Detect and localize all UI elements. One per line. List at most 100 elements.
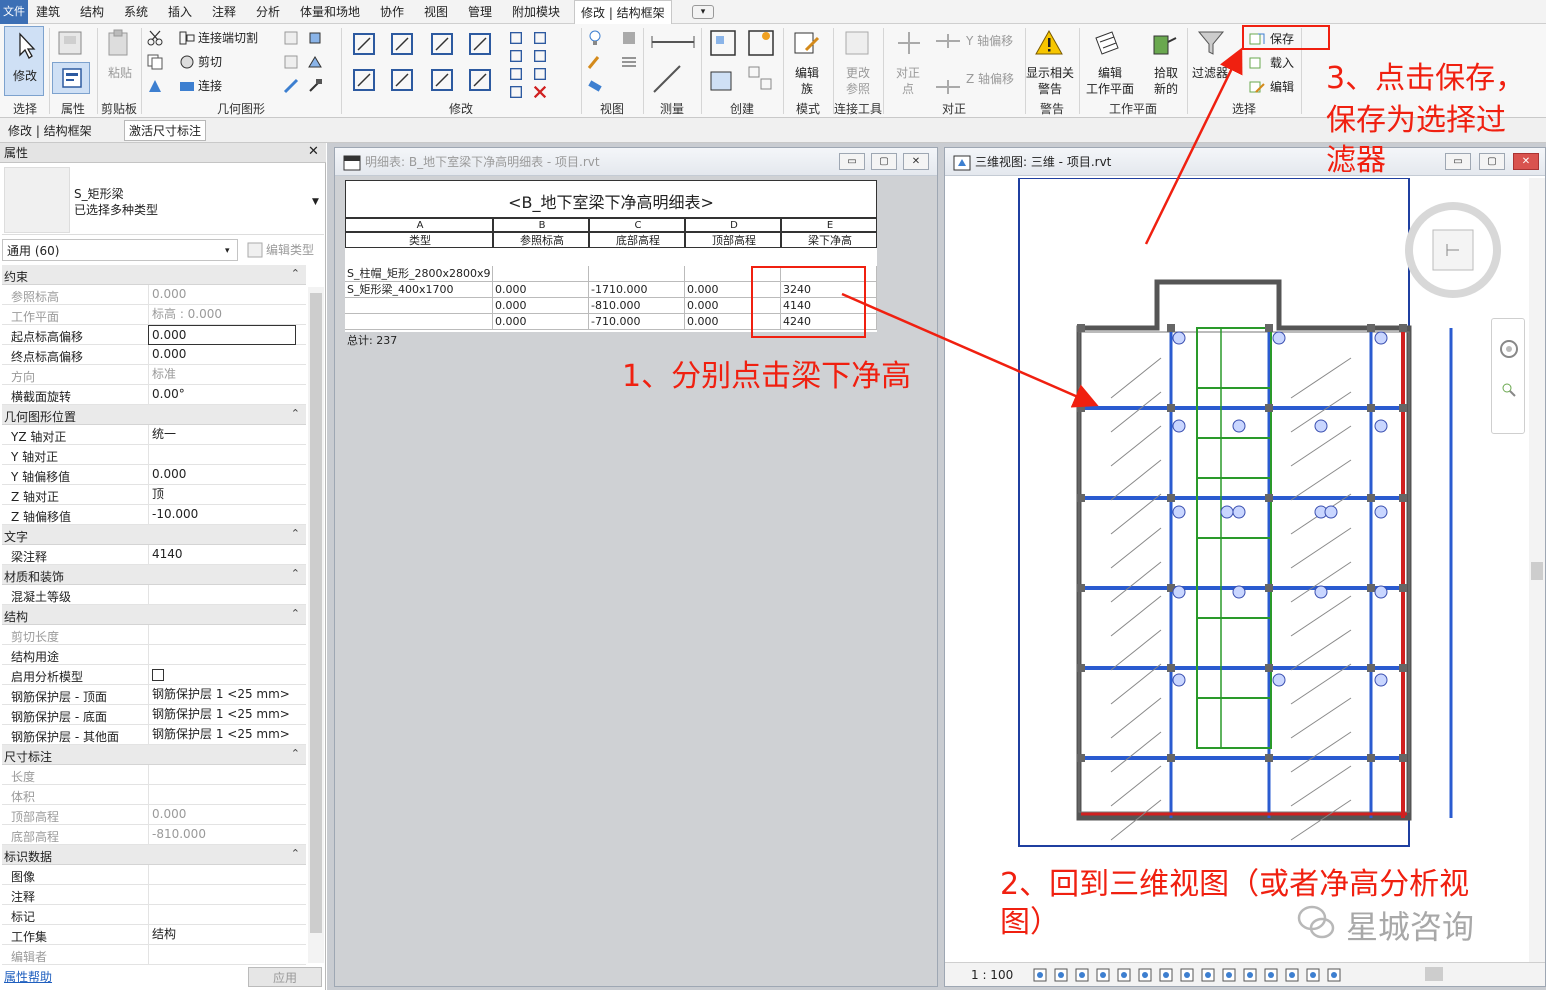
table-cell[interactable]: 0.000 bbox=[493, 314, 589, 330]
collapse-chevron-icon[interactable]: ⌃ bbox=[291, 747, 300, 760]
create-parts-icon[interactable] bbox=[708, 64, 738, 94]
edit-type-button[interactable]: 编辑类型 bbox=[266, 243, 314, 257]
property-value[interactable] bbox=[148, 785, 296, 805]
view-scale[interactable]: 1 : 100 bbox=[971, 968, 1013, 982]
table-cell[interactable] bbox=[345, 314, 493, 330]
measure-icon[interactable] bbox=[650, 62, 686, 96]
warning-icon[interactable] bbox=[1034, 28, 1064, 58]
menu-item[interactable]: 建筑 bbox=[36, 0, 60, 24]
column-letter[interactable]: E bbox=[781, 218, 877, 232]
property-row[interactable]: 长度 bbox=[2, 765, 306, 785]
collapse-chevron-icon[interactable]: ⌃ bbox=[291, 267, 300, 280]
menu-item[interactable]: 插入 bbox=[168, 0, 192, 24]
property-row[interactable]: 结构用途 bbox=[2, 645, 306, 665]
split-gap-icon[interactable] bbox=[532, 30, 548, 46]
property-group-header[interactable]: 标识数据 ⌃ bbox=[2, 845, 306, 865]
ribbon-panel-label[interactable]: 模式 bbox=[784, 100, 832, 116]
property-row[interactable]: 顶部高程 0.000 bbox=[2, 805, 306, 825]
collapse-chevron-icon[interactable]: ⌃ bbox=[291, 527, 300, 540]
property-row[interactable]: 图像 bbox=[2, 865, 306, 885]
property-value[interactable]: 顶 bbox=[148, 485, 296, 505]
show-crop-icon[interactable] bbox=[1159, 968, 1173, 982]
create-group-icon[interactable] bbox=[708, 28, 738, 58]
menu-item[interactable]: 系统 bbox=[124, 0, 148, 24]
pin-icon[interactable] bbox=[532, 66, 548, 82]
menu-item[interactable]: 协作 bbox=[380, 0, 404, 24]
property-row[interactable]: 钢筋保护层 - 底面 钢筋保护层 1 <25 mm> bbox=[2, 705, 306, 725]
shadows-icon[interactable] bbox=[1096, 968, 1110, 982]
maximize-button[interactable]: ▢ bbox=[1479, 153, 1505, 170]
property-value[interactable]: 0.000 bbox=[148, 325, 296, 345]
table-cell[interactable]: -810.000 bbox=[589, 298, 685, 314]
table-cell[interactable]: -1710.000 bbox=[589, 282, 685, 298]
apply-button[interactable]: 应用 bbox=[248, 967, 322, 987]
property-value[interactable]: 标准 bbox=[148, 365, 296, 385]
split-face-icon[interactable] bbox=[282, 53, 300, 71]
property-value[interactable]: 0.000 bbox=[148, 465, 296, 485]
property-group-header[interactable]: 几何图形位置 ⌃ bbox=[2, 405, 306, 425]
column-letter[interactable]: B bbox=[493, 218, 589, 232]
property-value[interactable]: -10.000 bbox=[148, 505, 296, 525]
hscroll-thumb[interactable] bbox=[1425, 967, 1443, 981]
edit-work-plane-icon[interactable] bbox=[1092, 28, 1122, 58]
column-header[interactable]: 底部高程 bbox=[589, 232, 685, 248]
table-cell[interactable] bbox=[589, 266, 685, 282]
column-letter[interactable]: C bbox=[589, 218, 685, 232]
property-row[interactable]: 起点标高偏移 0.000 bbox=[2, 325, 306, 345]
property-value[interactable] bbox=[148, 765, 296, 785]
property-row[interactable]: Z 轴偏移值 -10.000 bbox=[2, 505, 306, 525]
zoom-icon[interactable] bbox=[1500, 381, 1518, 399]
scale-icon[interactable] bbox=[532, 48, 548, 64]
ribbon-panel-label[interactable]: 几何图形 bbox=[142, 100, 340, 116]
property-row[interactable]: 混凝土等级 bbox=[2, 585, 306, 605]
close-button[interactable]: ✕ bbox=[903, 153, 929, 170]
instance-filter-dropdown[interactable]: 通用 (60) ▾ bbox=[2, 239, 238, 261]
split-icon[interactable] bbox=[508, 30, 524, 46]
ribbon-panel-label[interactable]: 工作平面 bbox=[1080, 100, 1186, 116]
property-value[interactable] bbox=[148, 585, 296, 605]
cut-geometry-icon[interactable] bbox=[178, 53, 196, 71]
menu-item[interactable]: 附加模块 bbox=[512, 0, 560, 24]
property-value[interactable] bbox=[148, 665, 296, 685]
property-value[interactable] bbox=[148, 905, 296, 925]
menu-item[interactable]: 注释 bbox=[212, 0, 236, 24]
dimension-icon[interactable] bbox=[650, 32, 698, 52]
menu-item[interactable]: 分析 bbox=[256, 0, 280, 24]
property-value[interactable]: 结构 bbox=[148, 925, 296, 945]
properties-scrollbar[interactable] bbox=[308, 287, 324, 963]
move-icon[interactable] bbox=[350, 66, 378, 94]
mirror-draw-icon[interactable] bbox=[466, 30, 494, 58]
view-cube[interactable] bbox=[1403, 200, 1503, 300]
offset-icon[interactable] bbox=[388, 30, 416, 58]
menu-item[interactable]: 管理 bbox=[468, 0, 492, 24]
design-options-icon[interactable] bbox=[1264, 968, 1278, 982]
property-row[interactable]: 注释 bbox=[2, 885, 306, 905]
demolish-icon[interactable] bbox=[282, 77, 300, 95]
rotate-icon[interactable] bbox=[428, 66, 456, 94]
cut-join-icon[interactable] bbox=[178, 29, 196, 47]
filter-label[interactable]: 过滤器 bbox=[1192, 66, 1228, 80]
create-similar-icon[interactable] bbox=[746, 28, 776, 58]
property-row[interactable]: 工作集 结构 bbox=[2, 925, 306, 945]
minimize-button[interactable]: ▭ bbox=[1445, 153, 1471, 170]
reveal-hidden-icon[interactable] bbox=[1222, 968, 1236, 982]
delete-icon[interactable] bbox=[532, 84, 548, 100]
property-value[interactable] bbox=[148, 885, 296, 905]
ribbon-panel-label[interactable]: 修改 bbox=[342, 100, 580, 116]
wall-joins-icon[interactable] bbox=[282, 29, 300, 47]
y-align-label[interactable]: Y 轴偏移 bbox=[966, 34, 1013, 48]
collapse-chevron-icon[interactable]: ⌃ bbox=[291, 407, 300, 420]
property-value[interactable] bbox=[148, 865, 296, 885]
worksets-icon[interactable] bbox=[1243, 968, 1257, 982]
edit-family-icon[interactable] bbox=[792, 28, 822, 58]
properties-button[interactable] bbox=[52, 62, 90, 94]
analytical-model-checkbox[interactable] bbox=[152, 669, 164, 681]
cut-geometry-label[interactable]: 剪切 bbox=[198, 55, 222, 69]
menu-item[interactable]: 视图 bbox=[424, 0, 448, 24]
paint-brush-icon[interactable] bbox=[586, 53, 604, 71]
column-header[interactable]: 参照标高 bbox=[493, 232, 589, 248]
pick-new-icon[interactable] bbox=[1150, 28, 1180, 58]
property-group-header[interactable]: 尺寸标注 ⌃ bbox=[2, 745, 306, 765]
table-cell[interactable]: S_矩形梁_400x1700 bbox=[345, 282, 493, 298]
override-graphics-icon[interactable] bbox=[620, 29, 638, 47]
